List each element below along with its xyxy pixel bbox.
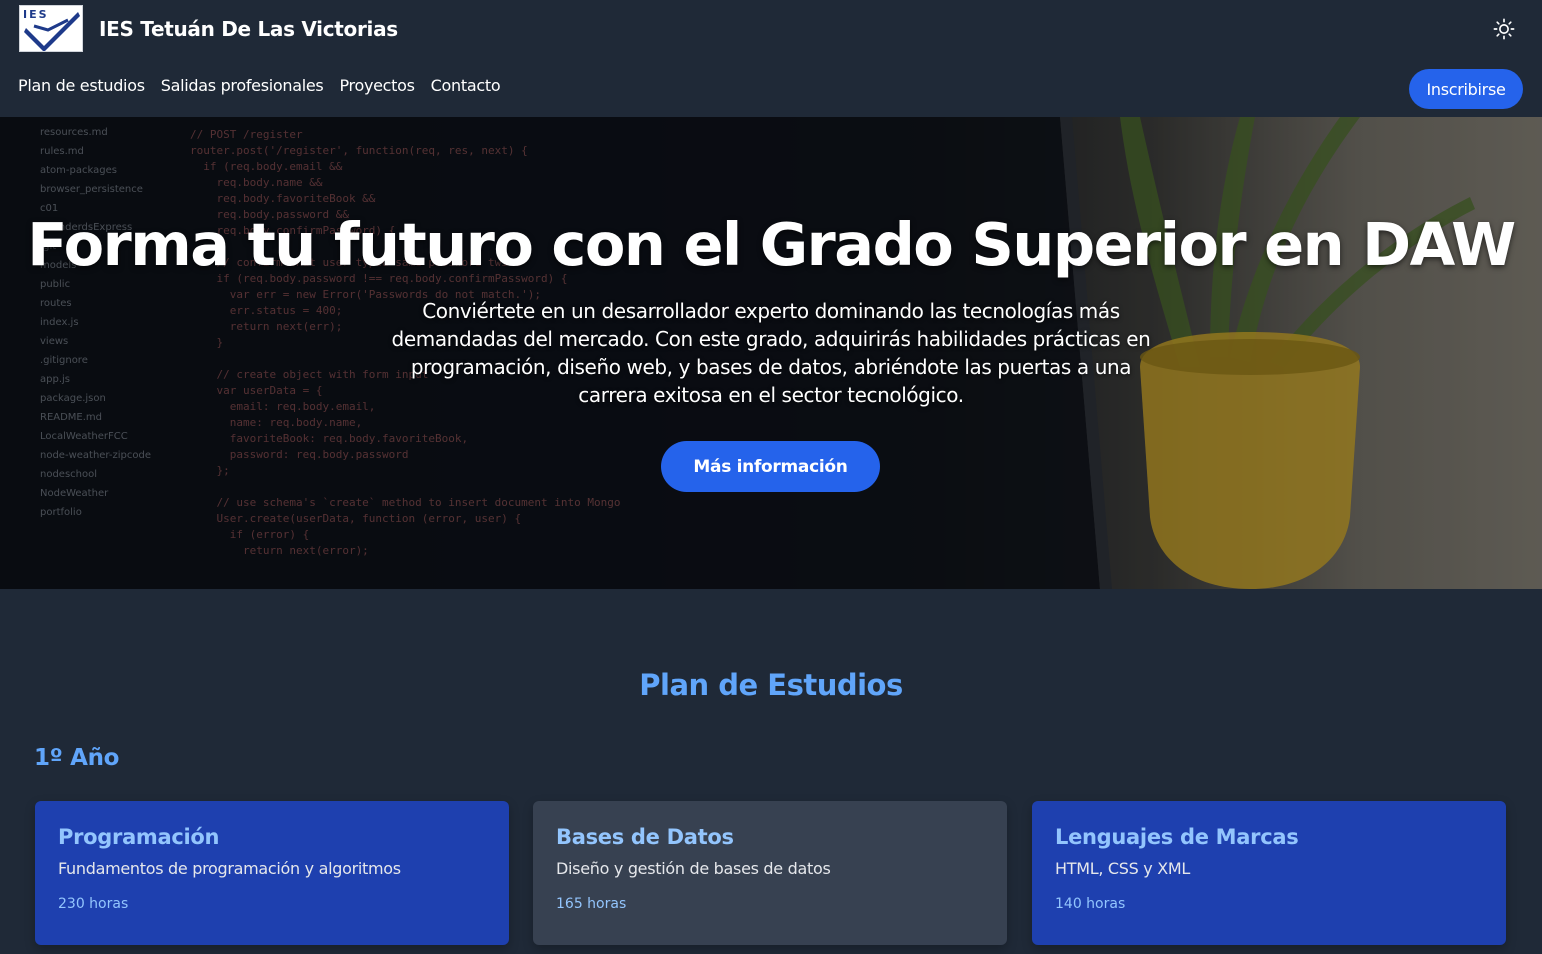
theme-toggle-button[interactable] (1492, 17, 1516, 41)
brand[interactable]: IES IES Tetuán De Las Victorias (19, 5, 398, 52)
hero-section: resources.md rules.md atom-packages brow… (0, 117, 1542, 589)
plan-section-title: Plan de Estudios (639, 668, 903, 702)
nav-salidas-profesionales[interactable]: Salidas profesionales (161, 76, 324, 95)
main-nav: Plan de estudios Salidas profesionales P… (18, 76, 501, 95)
nav-plan-de-estudios[interactable]: Plan de estudios (18, 76, 145, 95)
course-description: Fundamentos de programación y algoritmos (58, 859, 401, 878)
course-hours: 165 horas (556, 896, 627, 912)
nav-contacto[interactable]: Contacto (431, 76, 501, 95)
school-logo[interactable]: IES (19, 5, 83, 52)
course-title: Lenguajes de Marcas (1055, 825, 1299, 849)
sun-icon (1493, 18, 1515, 40)
brand-name[interactable]: IES Tetuán De Las Victorias (99, 17, 398, 41)
nav-proyectos[interactable]: Proyectos (339, 76, 415, 95)
hero-subtitle: Conviértete en un desarrollador experto … (391, 299, 1151, 407)
more-info-button[interactable]: Más información (661, 441, 880, 492)
site-header: IES IES Tetuán De Las Victorias Plan de … (0, 0, 1542, 117)
course-title: Programación (58, 825, 220, 849)
logo-text: IES (23, 8, 49, 21)
course-hours: 230 horas (58, 896, 129, 912)
year-title: 1º Año (34, 745, 120, 771)
course-hours: 140 horas (1055, 896, 1126, 912)
course-card-bases-de-datos[interactable]: Bases de Datos Diseño y gestión de bases… (533, 801, 1007, 945)
hero-title: Forma tu futuro con el Grado Superior en… (27, 210, 1516, 279)
enroll-button[interactable]: Inscribirse (1409, 69, 1523, 109)
course-card-lenguajes-de-marcas[interactable]: Lenguajes de Marcas HTML, CSS y XML 140 … (1032, 801, 1506, 945)
course-title: Bases de Datos (556, 825, 734, 849)
course-description: HTML, CSS y XML (1055, 859, 1191, 878)
course-description: Diseño y gestión de bases de datos (556, 859, 831, 878)
course-card-programacion[interactable]: Programación Fundamentos de programación… (35, 801, 509, 945)
